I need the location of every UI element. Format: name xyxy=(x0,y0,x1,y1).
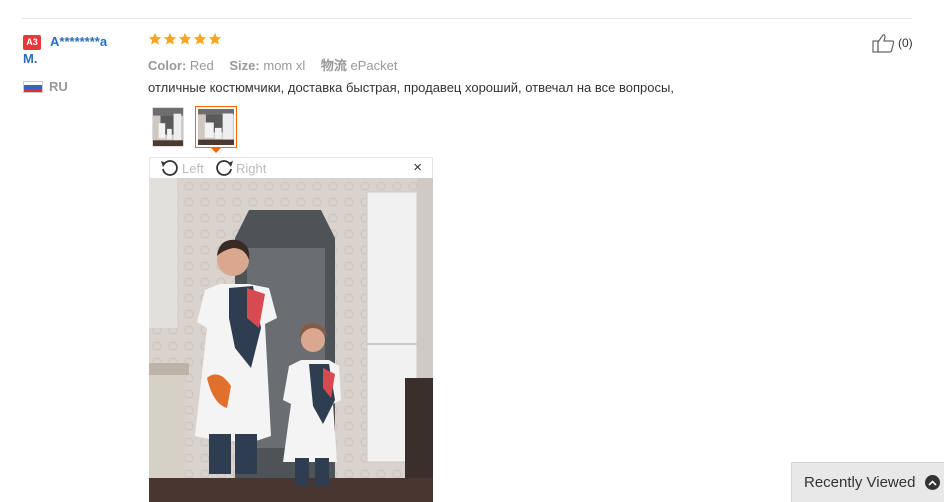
review-photo-large xyxy=(149,178,433,502)
star-icon xyxy=(208,32,222,45)
review-photo-thumbnail-selected[interactable] xyxy=(195,106,237,148)
photo-thumbnail-image xyxy=(153,108,183,146)
rotate-right-icon xyxy=(216,160,233,176)
user-level-badge: A3 xyxy=(23,35,41,50)
recently-viewed-label: Recently Viewed xyxy=(804,474,916,491)
user-country: RU xyxy=(49,79,68,94)
user-name[interactable]: A********a xyxy=(50,33,140,51)
thumbs-up-icon[interactable] xyxy=(872,33,896,53)
user-name-line2[interactable]: M. xyxy=(23,51,37,66)
rotate-right-button[interactable]: Right xyxy=(214,158,266,178)
top-divider xyxy=(22,18,912,19)
russia-flag-icon xyxy=(23,81,43,93)
chevron-up-icon xyxy=(925,475,941,490)
review-photo-image xyxy=(149,178,433,502)
rating-stars xyxy=(148,32,222,46)
color-label: Color: xyxy=(148,58,187,73)
photo-viewer-toolbar: Left Right × xyxy=(149,157,433,178)
photo-thumbnail-image xyxy=(198,109,234,145)
star-icon xyxy=(163,32,177,45)
star-icon xyxy=(193,32,207,45)
logistics-label: 物流 xyxy=(320,58,347,73)
helpful-button[interactable]: (0) xyxy=(872,33,913,53)
star-icon xyxy=(148,32,162,45)
size-value: mom xl xyxy=(263,58,306,73)
recently-viewed-button[interactable]: Recently Viewed xyxy=(791,462,944,502)
color-value: Red xyxy=(189,58,214,73)
rotate-left-label: Left xyxy=(182,160,204,176)
rotate-left-icon xyxy=(161,160,178,176)
review-photo-thumbnail[interactable] xyxy=(152,107,184,147)
review-text: отличные костюмчики, доставка быстрая, п… xyxy=(148,80,674,95)
rotate-left-button[interactable]: Left xyxy=(160,158,204,178)
star-icon xyxy=(178,32,192,45)
helpful-count: (0) xyxy=(898,36,913,50)
logistics-value: ePacket xyxy=(350,58,398,73)
size-label: Size: xyxy=(229,58,260,73)
selected-thumbnail-caret xyxy=(210,147,222,153)
order-attributes: Color: Red Size: mom xl 物流 ePacket xyxy=(148,55,398,74)
close-icon[interactable]: × xyxy=(413,159,422,177)
rotate-right-label: Right xyxy=(236,160,267,176)
